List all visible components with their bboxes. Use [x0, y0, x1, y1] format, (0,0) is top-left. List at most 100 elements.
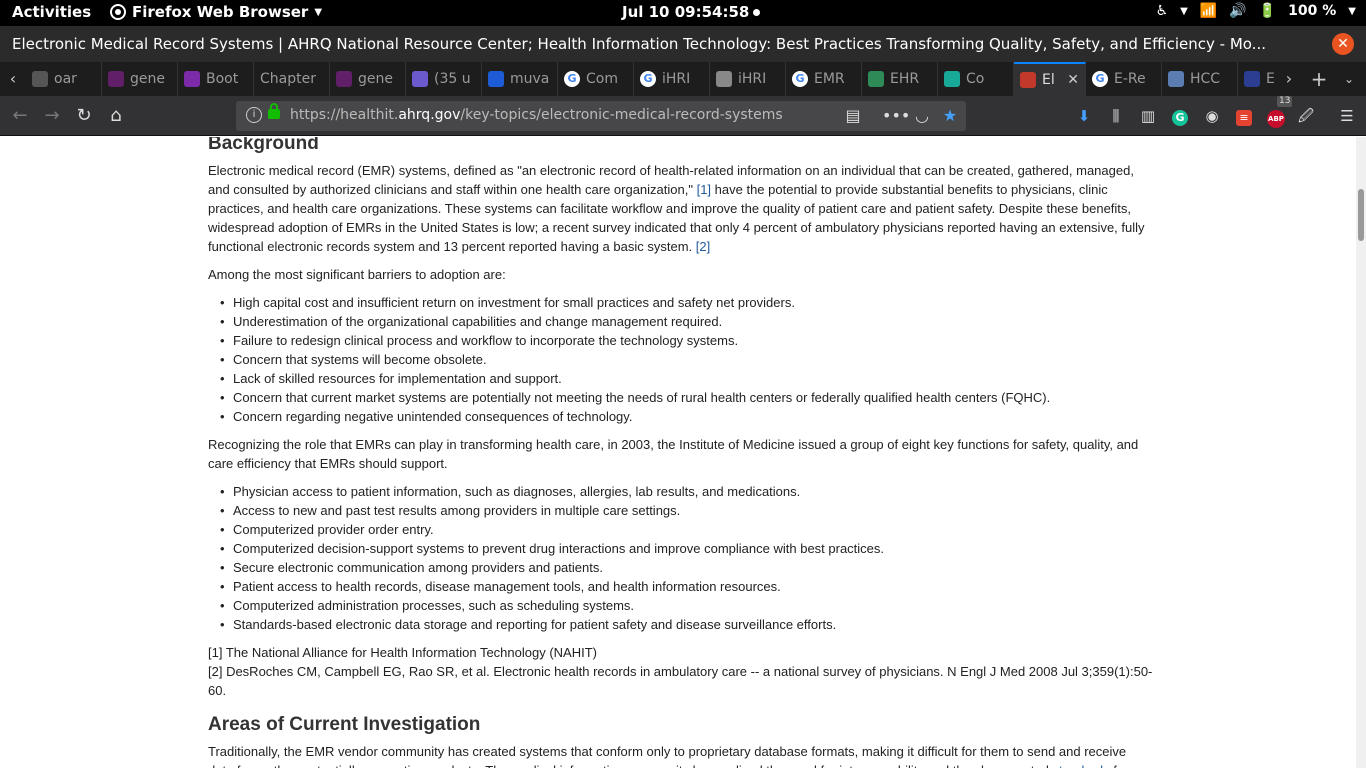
tab-label: Co [966, 71, 985, 87]
tab-label: iHRI [738, 71, 767, 87]
new-tab-icon[interactable]: + [1306, 62, 1332, 96]
tab-label: E-Re [1114, 71, 1146, 87]
scroll-tabs-right-icon[interactable]: › [1276, 62, 1302, 96]
back-icon[interactable]: ← [8, 104, 32, 128]
tab-3[interactable]: Chapter [254, 62, 330, 96]
vertical-scrollbar[interactable] [1356, 137, 1366, 768]
reader-view-icon[interactable]: ▤ [842, 105, 864, 127]
tab-1[interactable]: gene [102, 62, 178, 96]
tab-10[interactable]: G EMR [786, 62, 862, 96]
tab-15[interactable]: HCC [1162, 62, 1238, 96]
forward-icon[interactable]: → [40, 104, 64, 128]
tabs-container: oar gene Boot Chapter gene (35 u muva G Com GiHRI… [26, 62, 1274, 96]
footnote-1: [1] The National Alliance for Health Inf… [208, 645, 597, 660]
sidebar-icon[interactable]: ▥ [1137, 105, 1159, 127]
system-tray[interactable]: ♿ ▼ 📶 🔊 🔋 100 % ▼ [1156, 3, 1356, 19]
close-tab-icon[interactable]: ✕ [1067, 72, 1079, 88]
accessibility-icon[interactable]: ♿ [1156, 3, 1169, 19]
doc-icon [1168, 71, 1184, 87]
page-actions-icon[interactable]: ••• [882, 105, 910, 127]
ref-1-link[interactable]: [1] [697, 182, 711, 197]
areas-text-1: Traditionally, the EMR vendor community … [208, 744, 1127, 768]
list-item: Secure electronic communication among pr… [220, 558, 1153, 577]
tab-label: iHRI [662, 71, 691, 87]
tab-11[interactable]: EHR [862, 62, 938, 96]
intro-paragraph: Electronic medical record (EMR) systems,… [208, 161, 1153, 256]
bookmark-star-icon[interactable]: ★ [939, 105, 961, 127]
url-bar[interactable]: i https://healthit.ahrq.gov/key-topics/e… [236, 101, 966, 131]
tab-label: Com [586, 71, 618, 87]
google-icon: G [1092, 71, 1108, 87]
tab-12[interactable]: Co [938, 62, 1014, 96]
google-icon: G [792, 71, 808, 87]
tab-7[interactable]: G Com [558, 62, 634, 96]
todoist-icon[interactable]: ≡ [1233, 105, 1255, 127]
scrollbar-thumb[interactable] [1358, 189, 1364, 241]
tab-13[interactable]: El ✕ [1014, 62, 1086, 96]
tab-9[interactable]: iHRI [710, 62, 786, 96]
list-item: Computerized decision-support systems to… [220, 539, 1153, 558]
star-icon [1244, 71, 1260, 87]
volume-icon: 🔊 [1229, 3, 1247, 19]
tab-label: muva [510, 71, 550, 87]
app-name: Firefox Web Browser [132, 3, 309, 21]
tab-6[interactable]: muva [482, 62, 558, 96]
tab-8[interactable]: GiHRI [634, 62, 710, 96]
standards-link[interactable]: standards [1053, 763, 1110, 768]
window-title: Electronic Medical Record Systems | AHRQ… [12, 35, 1266, 53]
slack-icon [108, 71, 124, 87]
tab-16[interactable]: E-Re [1238, 62, 1274, 96]
list-item: Concern that systems will become obsolet… [220, 350, 1153, 369]
article-content: Background Electronic medical record (EM… [208, 137, 1153, 768]
adblock-plus-icon[interactable]: ABP 13 [1265, 96, 1293, 128]
bookmark-icon [488, 71, 504, 87]
list-item: Underestimation of the organizational ca… [220, 312, 1153, 331]
reload-icon[interactable]: ↻ [72, 104, 96, 128]
google-icon: G [564, 71, 580, 87]
list-item: Physician access to patient information,… [220, 482, 1153, 501]
app-menu[interactable]: Firefox Web Browser ▼ [110, 3, 322, 21]
eyedropper-icon[interactable]: 🖉 [1295, 105, 1317, 127]
scroll-tabs-left-icon[interactable]: ‹ [0, 62, 26, 96]
tab-label: Boot [206, 71, 239, 87]
window-title-bar: Electronic Medical Record Systems | AHRQ… [0, 26, 1366, 62]
list-item: High capital cost and insufficient retur… [220, 293, 1153, 312]
list-all-tabs-icon[interactable]: ⌄ [1336, 62, 1362, 96]
chevron-down-icon: ▼ [1180, 5, 1188, 17]
tab-5[interactable]: (35 u [406, 62, 482, 96]
tab-label: gene [358, 71, 393, 87]
chevron-down-icon: ▼ [314, 6, 323, 18]
mail-icon [412, 71, 428, 87]
list-item: Failure to redesign clinical process and… [220, 331, 1153, 350]
areas-paragraph: Traditionally, the EMR vendor community … [208, 742, 1153, 768]
tab-4[interactable]: gene [330, 62, 406, 96]
tab-14[interactable]: G E-Re [1086, 62, 1162, 96]
site-info-icon[interactable]: i [246, 107, 262, 123]
url-text[interactable]: https://healthit.ahrq.gov/key-topics/ele… [290, 107, 783, 123]
notification-dot-icon [753, 9, 761, 16]
list-item: Lack of skilled resources for implementa… [220, 369, 1153, 388]
tab-label: El [1042, 72, 1055, 88]
ref-2-link[interactable]: [2] [696, 239, 710, 254]
home-icon[interactable]: ⌂ [104, 104, 128, 128]
tab-2[interactable]: Boot [178, 62, 254, 96]
hamburger-menu-icon[interactable]: ☰ [1336, 105, 1358, 127]
activities-button[interactable]: Activities [12, 3, 91, 21]
clock-text: Jul 10 09:54:58 [622, 3, 750, 21]
pocket-icon[interactable]: ◡ [911, 105, 933, 127]
library-icon[interactable]: ⫼ [1105, 105, 1127, 127]
grammarly-icon[interactable]: G [1169, 105, 1191, 127]
wifi-icon: 📶 [1199, 3, 1218, 19]
clock[interactable]: Jul 10 09:54:58 [622, 3, 761, 21]
account-icon[interactable]: ◉ [1201, 105, 1223, 127]
areas-text-2: for [1110, 763, 1128, 768]
background-heading: Background [208, 137, 319, 154]
close-window-button[interactable]: ✕ [1332, 33, 1354, 55]
tab-0[interactable]: oar [26, 62, 102, 96]
page-viewport[interactable]: Background Electronic medical record (EM… [0, 137, 1356, 768]
list-item: Concern that current market systems are … [220, 388, 1153, 407]
downloads-icon[interactable]: ⬇ [1073, 105, 1095, 127]
leaf-icon [868, 71, 884, 87]
lock-icon[interactable] [268, 103, 280, 119]
tab-label: (35 u [434, 71, 471, 87]
